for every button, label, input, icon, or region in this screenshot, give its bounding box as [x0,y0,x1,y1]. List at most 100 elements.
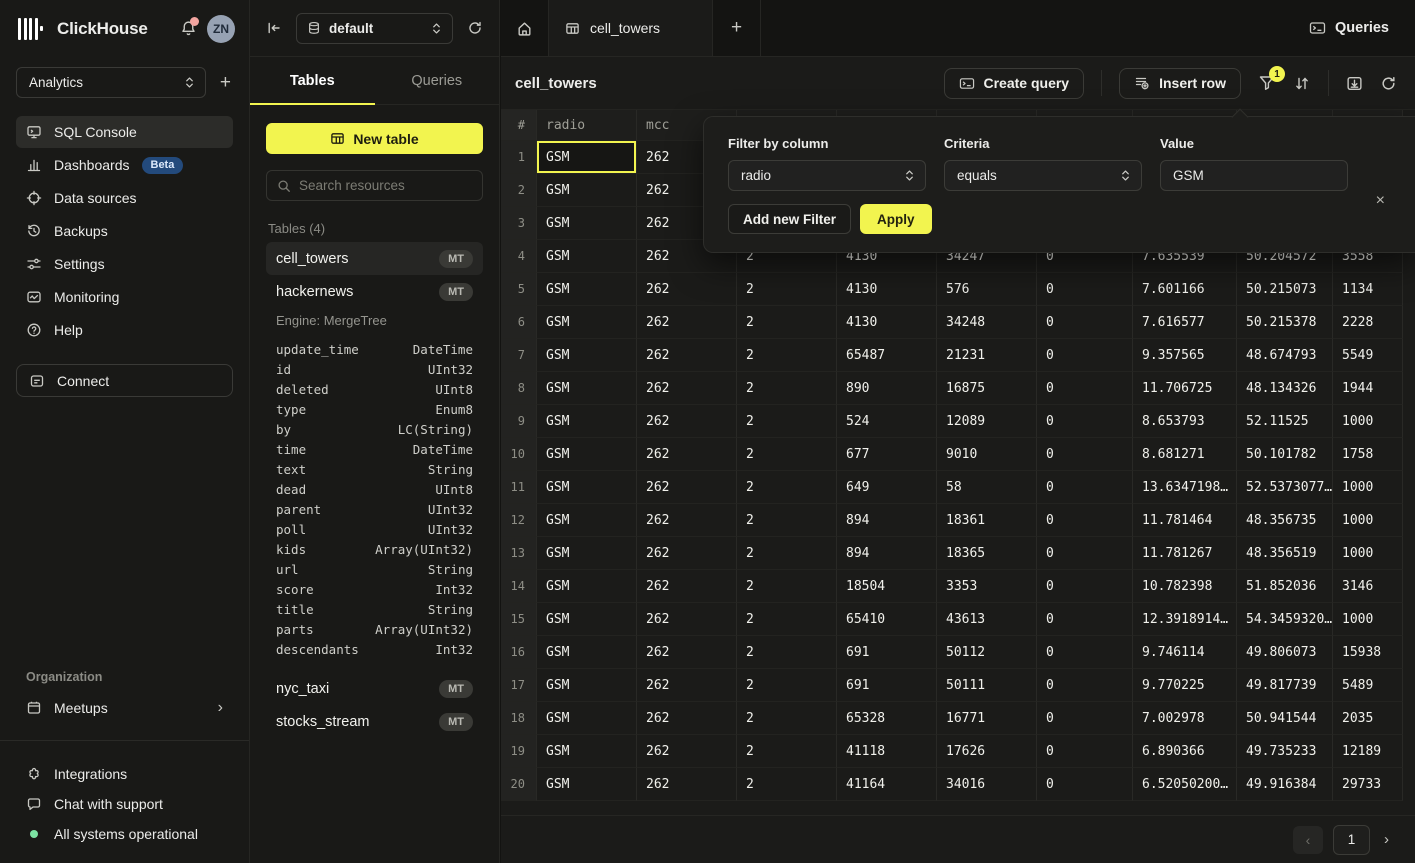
table-cell[interactable]: GSM [537,471,637,504]
table-cell[interactable]: GSM [537,339,637,372]
table-cell[interactable]: 262 [637,636,737,669]
filter-button[interactable]: 1 [1258,74,1276,92]
table-cell[interactable]: 0 [1037,273,1133,306]
table-cell[interactable]: 9.770225 [1133,669,1237,702]
sidebar-item-monitoring[interactable]: Monitoring [16,281,233,313]
table-cell[interactable]: 2 [737,735,837,768]
row-number[interactable]: 17 [501,669,537,702]
sidebar-item-dashboards[interactable]: DashboardsBeta [16,149,233,181]
home-tab[interactable] [501,0,549,56]
create-query-button[interactable]: Create query [944,68,1085,99]
table-cell[interactable]: GSM [537,438,637,471]
row-number[interactable]: 19 [501,735,537,768]
table-cell[interactable]: 10.782398 [1133,570,1237,603]
table-cell[interactable]: 43613 [937,603,1037,636]
table-cell[interactable]: 262 [637,405,737,438]
table-cell[interactable]: 1000 [1333,603,1403,636]
table-cell[interactable]: 3146 [1333,570,1403,603]
queries-button[interactable]: Queries [1309,0,1415,56]
table-cell[interactable]: 0 [1037,603,1133,636]
table-cell[interactable]: 50.941544 [1237,702,1333,735]
add-workspace-button[interactable]: + [218,73,233,92]
table-cell[interactable]: 1000 [1333,405,1403,438]
new-table-button[interactable]: New table [266,123,483,154]
table-cell[interactable]: GSM [537,273,637,306]
table-cell[interactable]: 34248 [937,306,1037,339]
table-cell[interactable]: 0 [1037,735,1133,768]
table-item-stocks_stream[interactable]: stocks_streamMT [266,705,483,738]
row-number[interactable]: 9 [501,405,537,438]
table-cell[interactable]: 2 [737,438,837,471]
table-cell[interactable]: 52.5373077… [1237,471,1333,504]
table-cell[interactable]: 12089 [937,405,1037,438]
table-cell[interactable]: 894 [837,504,937,537]
table-cell[interactable]: 50111 [937,669,1037,702]
table-cell[interactable]: 12189 [1333,735,1403,768]
table-cell[interactable]: 1758 [1333,438,1403,471]
table-cell[interactable]: 0 [1037,570,1133,603]
table-cell[interactable]: 2 [737,570,837,603]
table-cell[interactable]: 49.916384 [1237,768,1333,801]
table-cell[interactable]: 2035 [1333,702,1403,735]
table-cell[interactable]: 48.356519 [1237,537,1333,570]
table-cell[interactable]: 48.674793 [1237,339,1333,372]
row-number[interactable]: 16 [501,636,537,669]
table-cell[interactable]: 11.781464 [1133,504,1237,537]
row-number[interactable]: 4 [501,240,537,273]
table-cell[interactable]: 17626 [937,735,1037,768]
table-cell[interactable]: 41164 [837,768,937,801]
sidebar-item-sql-console[interactable]: SQL Console [16,116,233,148]
table-cell[interactable]: 48.134326 [1237,372,1333,405]
workspace-selector[interactable]: Analytics [16,67,206,98]
table-cell[interactable]: 48.356735 [1237,504,1333,537]
table-cell[interactable]: 2 [737,669,837,702]
table-cell[interactable]: 0 [1037,339,1133,372]
row-number[interactable]: 14 [501,570,537,603]
row-number[interactable]: 11 [501,471,537,504]
database-selector[interactable]: default [296,13,453,44]
remove-filter-icon[interactable]: × [1376,193,1385,209]
table-cell[interactable]: 65487 [837,339,937,372]
sidebar-item-integrations[interactable]: Integrations [16,759,233,789]
row-number[interactable]: 3 [501,207,537,240]
table-cell[interactable]: 894 [837,537,937,570]
table-cell[interactable]: 11.706725 [1133,372,1237,405]
table-cell[interactable]: 691 [837,636,937,669]
row-number[interactable]: 15 [501,603,537,636]
apply-filter-button[interactable]: Apply [860,204,932,234]
table-cell[interactable]: GSM [537,768,637,801]
table-cell[interactable]: 52.11525 [1237,405,1333,438]
table-cell[interactable]: GSM [537,174,637,207]
current-page[interactable]: 1 [1333,825,1370,855]
table-cell[interactable]: 65328 [837,702,937,735]
table-cell[interactable]: 50.101782 [1237,438,1333,471]
table-cell[interactable]: 0 [1037,438,1133,471]
table-cell[interactable]: 2 [737,405,837,438]
collapse-sidebar-icon[interactable] [266,20,282,36]
table-cell[interactable]: GSM [537,405,637,438]
tab-cell-towers[interactable]: cell_towers [549,0,713,56]
table-cell[interactable]: GSM [537,372,637,405]
refresh-table-button[interactable] [1380,75,1397,92]
sort-button[interactable] [1293,75,1311,92]
row-number[interactable]: 8 [501,372,537,405]
connect-button[interactable]: Connect [16,364,233,397]
table-cell[interactable]: GSM [537,240,637,273]
table-cell[interactable]: GSM [537,504,637,537]
table-cell[interactable]: 51.852036 [1237,570,1333,603]
table-cell[interactable]: 262 [637,504,737,537]
table-cell[interactable]: 8.653793 [1133,405,1237,438]
filter-value-field[interactable] [1160,160,1348,191]
table-cell[interactable]: 12.3918914… [1133,603,1237,636]
table-cell[interactable]: 4130 [837,306,937,339]
table-cell[interactable]: 0 [1037,702,1133,735]
previous-page-button[interactable]: ‹ [1293,826,1323,854]
sidebar-item-backups[interactable]: Backups [16,215,233,247]
table-cell[interactable]: 890 [837,372,937,405]
table-cell[interactable]: 18361 [937,504,1037,537]
table-cell[interactable]: 262 [637,273,737,306]
row-number[interactable]: 18 [501,702,537,735]
table-cell[interactable]: GSM [537,702,637,735]
row-number[interactable]: 1 [501,141,537,174]
notifications-bell-icon[interactable] [180,20,197,37]
